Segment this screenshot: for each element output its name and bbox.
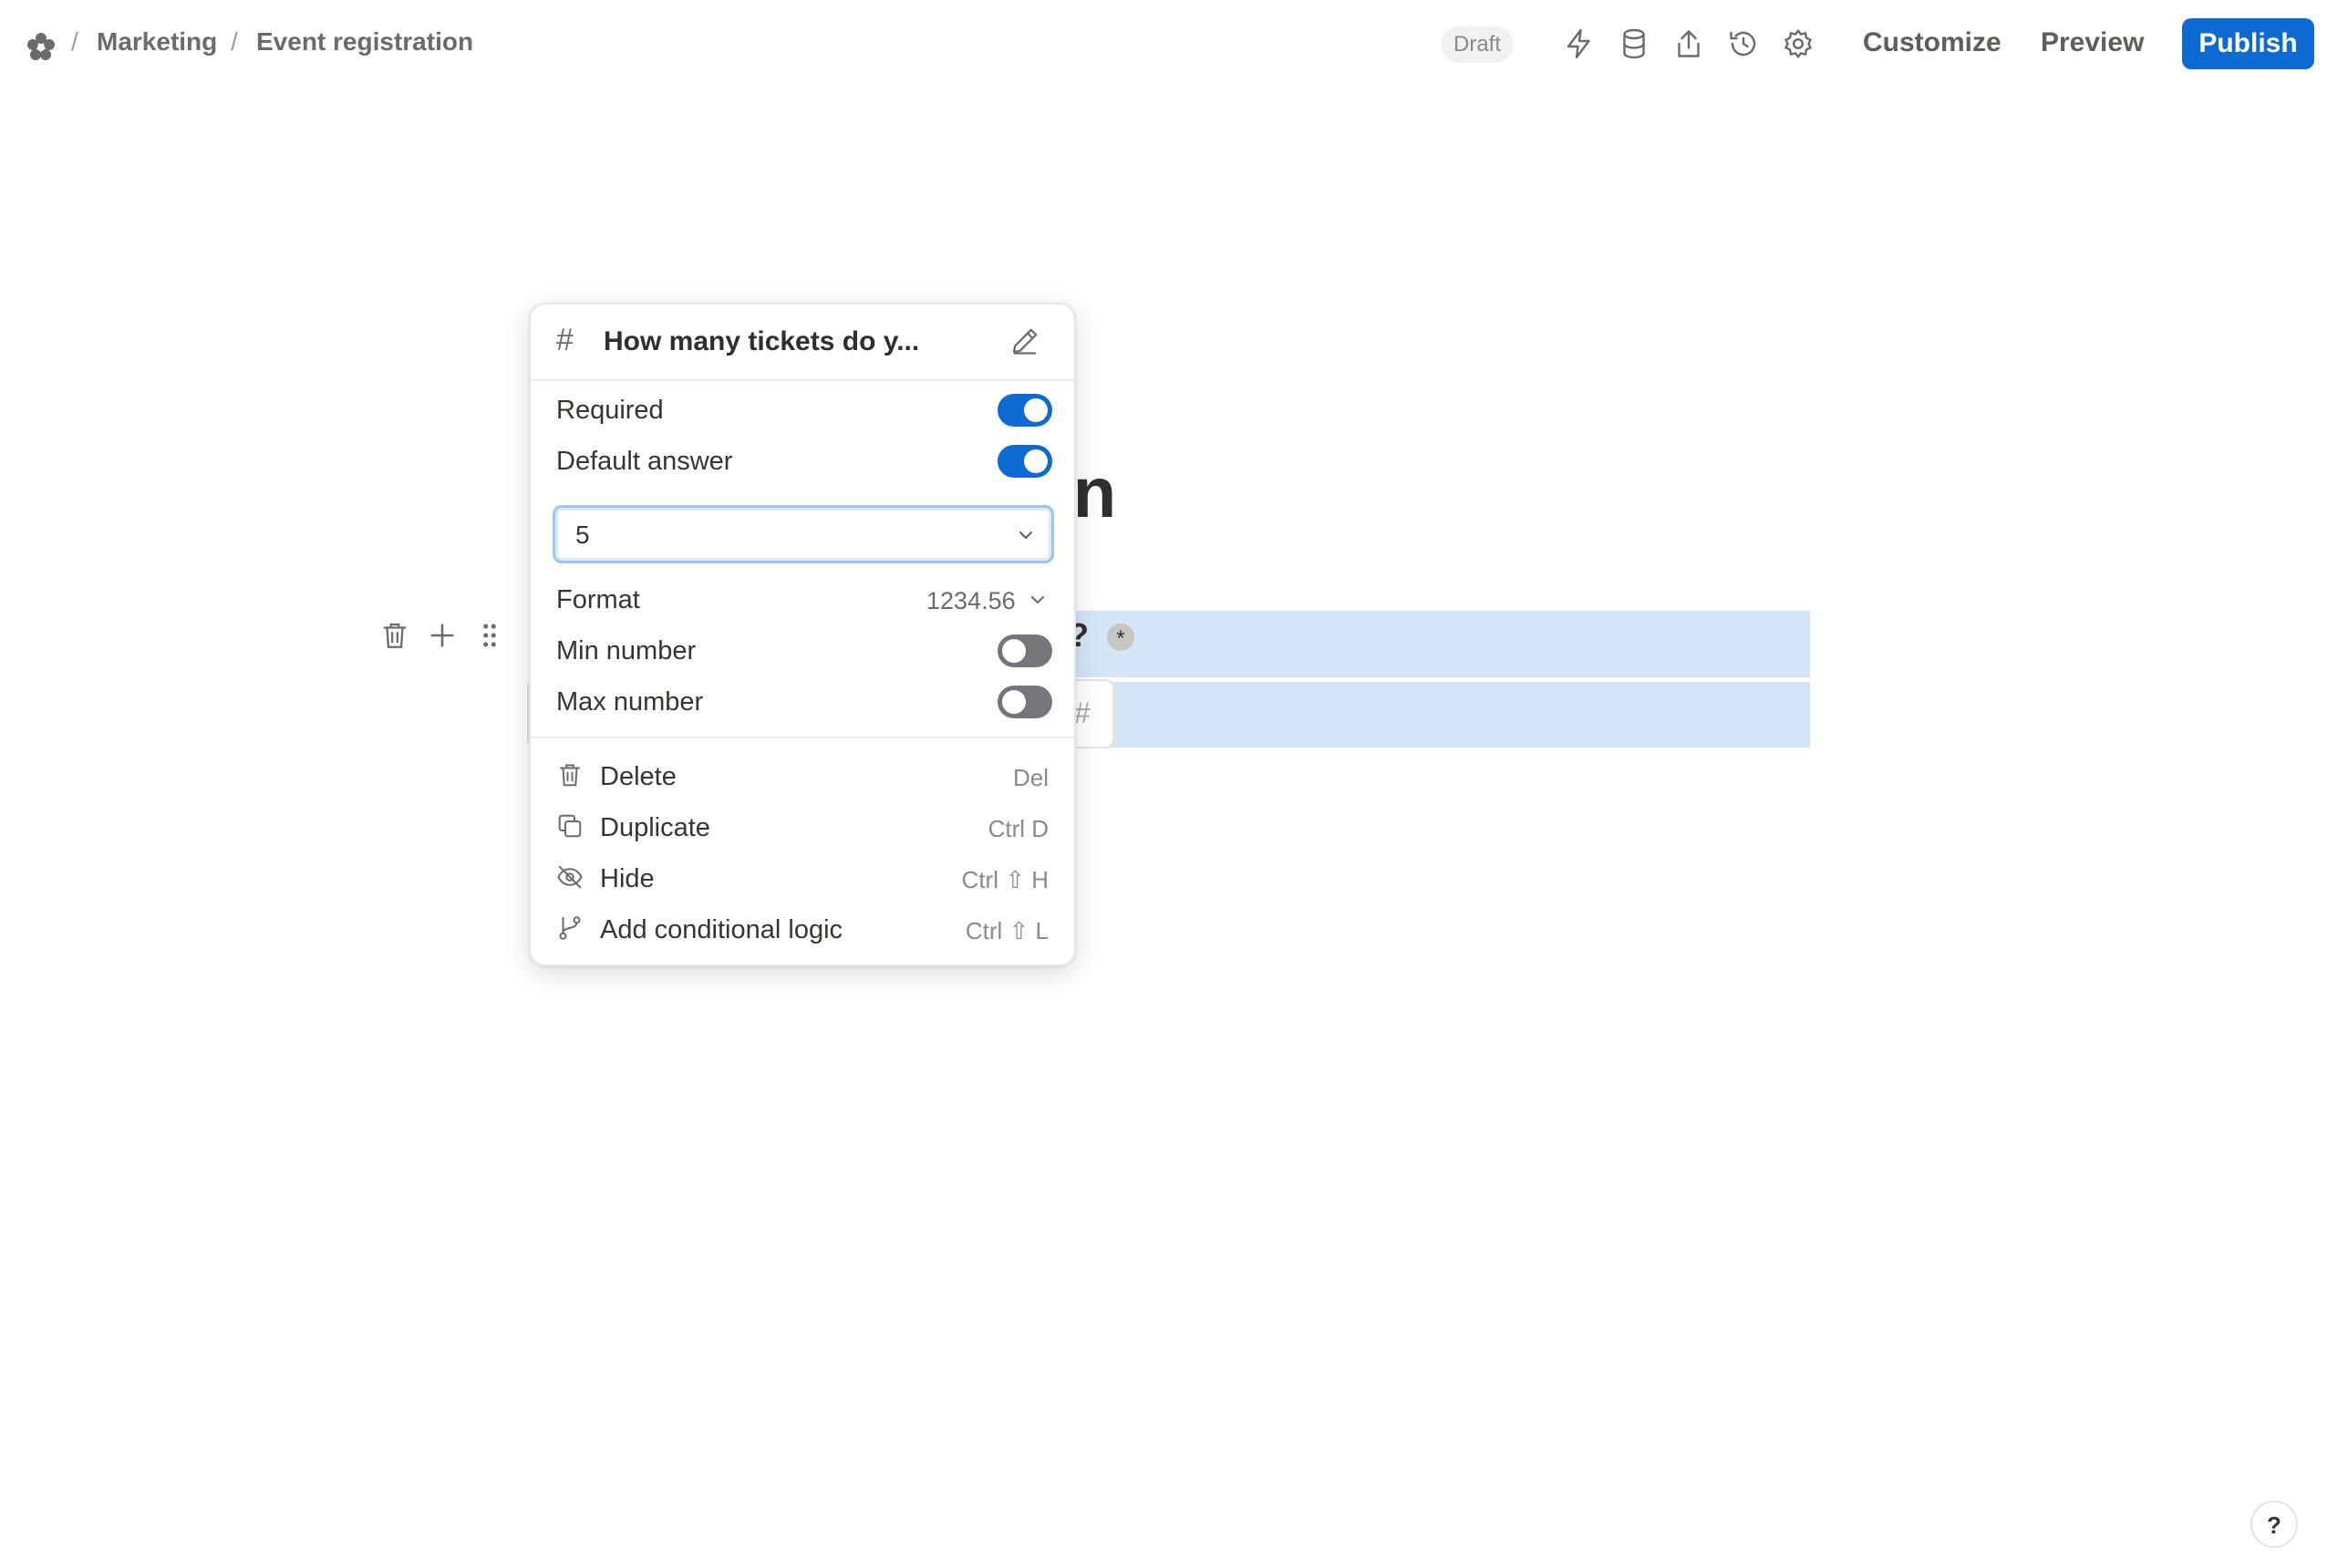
- eye-off-icon: [556, 863, 584, 891]
- settings-icon[interactable]: [1782, 27, 1815, 60]
- drag-handle-icon[interactable]: [474, 620, 505, 651]
- question-title: How many tickets do y...: [604, 326, 920, 356]
- max-number-label: Max number: [556, 687, 704, 717]
- default-answer-select[interactable]: 5: [553, 505, 1054, 563]
- trash-icon[interactable]: [379, 620, 410, 651]
- question-block[interactable]: ? *: [1067, 611, 1810, 677]
- default-answer-toggle[interactable]: [998, 445, 1052, 478]
- delete-shortcut: Del: [1012, 764, 1049, 791]
- divider: [531, 737, 1074, 738]
- top-bar: / Marketing / Event registration Draft C…: [0, 0, 2327, 91]
- default-answer-label: Default answer: [556, 447, 733, 476]
- lightning-icon[interactable]: [1563, 27, 1596, 60]
- toggle-knob: [1002, 639, 1026, 663]
- chevron-down-icon[interactable]: [1027, 589, 1049, 611]
- trash-icon: [556, 761, 584, 789]
- popover-header: # How many tickets do y...: [531, 304, 1074, 379]
- pencil-icon[interactable]: [1008, 325, 1041, 357]
- min-number-label: Min number: [556, 636, 697, 665]
- hide-menu-item[interactable]: Hide: [600, 864, 655, 894]
- required-toggle[interactable]: [998, 394, 1052, 427]
- number-field-icon: #: [556, 323, 574, 357]
- answer-block[interactable]: [1067, 682, 1810, 748]
- format-select[interactable]: 1234.56: [926, 587, 1016, 615]
- status-badge: Draft: [1441, 26, 1515, 63]
- min-number-toggle[interactable]: [998, 634, 1052, 667]
- chevron-down-icon: [1015, 524, 1037, 546]
- toggle-knob: [1024, 398, 1048, 422]
- share-icon[interactable]: [1672, 27, 1705, 60]
- format-label: Format: [556, 585, 640, 614]
- add-conditional-logic-menu-item[interactable]: Add conditional logic: [600, 915, 843, 945]
- field-options-popover: # How many tickets do y... Required Defa…: [529, 303, 1076, 966]
- breadcrumb-separator: /: [231, 27, 238, 56]
- duplicate-menu-item[interactable]: Duplicate: [600, 813, 710, 843]
- help-button[interactable]: ?: [2250, 1501, 2298, 1548]
- toggle-knob: [1024, 449, 1048, 473]
- hide-shortcut: Ctrl ⇧ H: [961, 866, 1049, 893]
- duplicate-icon: [556, 812, 584, 840]
- customize-button[interactable]: Customize: [1863, 27, 2001, 58]
- toggle-knob: [1002, 690, 1026, 714]
- preview-button[interactable]: Preview: [2041, 27, 2144, 58]
- default-answer-value: 5: [575, 521, 590, 549]
- breadcrumb-separator: /: [71, 27, 78, 56]
- database-icon[interactable]: [1618, 27, 1650, 60]
- branch-icon: [556, 914, 584, 942]
- logo-icon[interactable]: [26, 31, 57, 62]
- duplicate-shortcut: Ctrl D: [988, 815, 1049, 842]
- max-number-toggle[interactable]: [998, 686, 1052, 718]
- delete-menu-item[interactable]: Delete: [600, 762, 677, 792]
- publish-button[interactable]: Publish: [2182, 18, 2314, 69]
- number-placeholder: #: [1074, 696, 1091, 729]
- required-marker: *: [1107, 624, 1134, 651]
- add-block-icon[interactable]: [427, 620, 458, 651]
- history-icon[interactable]: [1727, 27, 1760, 60]
- divider: [531, 379, 1074, 381]
- conditional-logic-shortcut: Ctrl ⇧ L: [965, 917, 1049, 944]
- breadcrumb-event-registration[interactable]: Event registration: [256, 27, 473, 57]
- breadcrumb-marketing[interactable]: Marketing: [97, 27, 217, 57]
- required-label: Required: [556, 396, 664, 425]
